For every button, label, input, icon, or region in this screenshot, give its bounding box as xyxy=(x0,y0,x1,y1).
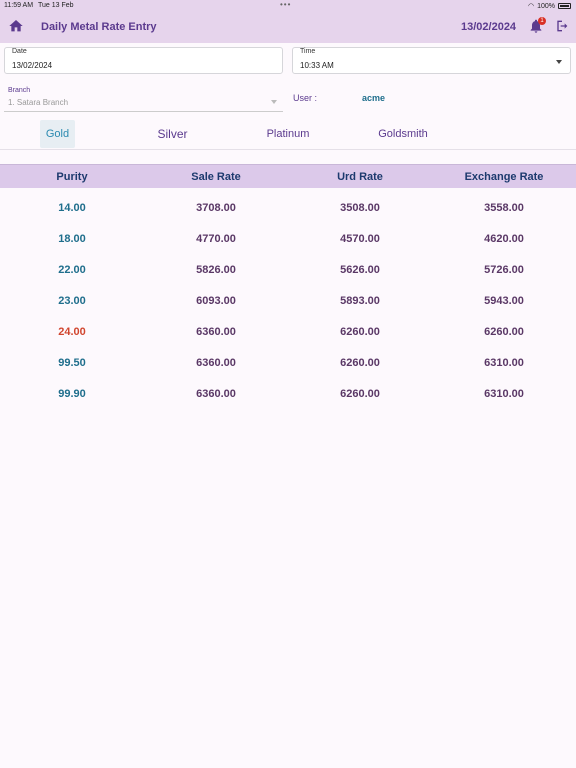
page-title: Daily Metal Rate Entry xyxy=(41,21,157,33)
user-label: User : xyxy=(293,93,318,103)
urd-rate-cell[interactable]: 3508.00 xyxy=(308,193,412,224)
sale-rate-cell[interactable]: 5826.00 xyxy=(164,255,268,286)
time-label: Time xyxy=(300,48,316,55)
urd-rate-cell[interactable]: 6260.00 xyxy=(308,348,412,379)
exchange-rate-cell[interactable]: 6310.00 xyxy=(452,348,556,379)
urd-rate-cell[interactable]: 4570.00 xyxy=(308,224,412,255)
logout-icon[interactable] xyxy=(554,18,570,34)
tabs-divider xyxy=(0,149,576,150)
sale-rate-cell[interactable]: 3708.00 xyxy=(164,193,268,224)
header-purity: Purity xyxy=(56,171,88,183)
urd-rate-cell[interactable]: 5893.00 xyxy=(308,286,412,317)
table-row[interactable]: 14.00 3708.00 3508.00 3558.00 xyxy=(0,193,576,224)
purity-cell: 23.00 xyxy=(58,295,86,307)
exchange-rate-cell[interactable]: 5726.00 xyxy=(452,255,556,286)
table-row[interactable]: 18.00 4770.00 4570.00 4620.00 xyxy=(0,224,576,255)
exchange-rate-cell[interactable]: 6260.00 xyxy=(452,317,556,348)
status-time: 11:59 AM xyxy=(4,2,34,9)
sale-rate-cell[interactable]: 4770.00 xyxy=(164,224,268,255)
sale-rate-cell[interactable]: 6360.00 xyxy=(164,317,268,348)
wifi-icon: ◠ xyxy=(527,3,535,10)
branch-value: 1. Satara Branch xyxy=(8,98,69,107)
date-field[interactable]: Date 13/02/2024 xyxy=(4,47,283,74)
purity-cell: 99.50 xyxy=(58,357,86,369)
purity-cell: 99.90 xyxy=(58,388,86,400)
table-row[interactable]: 23.00 6093.00 5893.00 5943.00 xyxy=(0,286,576,317)
table-header: Purity Sale Rate Urd Rate Exchange Rate xyxy=(0,164,576,188)
urd-rate-cell[interactable]: 6260.00 xyxy=(308,379,412,410)
purity-cell: 24.00 xyxy=(58,326,86,338)
time-field[interactable]: Time 10:33 AM xyxy=(292,47,571,74)
tab-gold[interactable]: Gold xyxy=(40,120,75,148)
chevron-down-icon[interactable] xyxy=(556,60,562,64)
header-exchange-rate: Exchange Rate xyxy=(464,171,544,183)
chevron-down-icon[interactable] xyxy=(271,100,277,104)
table-row[interactable]: 22.00 5826.00 5626.00 5726.00 xyxy=(0,255,576,286)
notification-badge: 1 xyxy=(538,17,546,25)
tab-platinum[interactable]: Platinum xyxy=(260,120,316,148)
table-row[interactable]: 24.00 6360.00 6260.00 6260.00 xyxy=(0,317,576,348)
header-urd-rate: Urd Rate xyxy=(337,171,383,183)
sale-rate-cell[interactable]: 6360.00 xyxy=(164,348,268,379)
table-row[interactable]: 99.50 6360.00 6260.00 6310.00 xyxy=(0,348,576,379)
branch-dropdown[interactable]: Branch 1. Satara Branch xyxy=(4,87,283,112)
header-date: 13/02/2024 xyxy=(461,21,517,33)
urd-rate-cell[interactable]: 6260.00 xyxy=(308,317,412,348)
battery-icon xyxy=(558,3,571,9)
tab-silver[interactable]: Silver xyxy=(150,120,195,148)
purity-cell: 22.00 xyxy=(58,264,86,276)
purity-cell: 14.00 xyxy=(58,202,86,214)
time-value: 10:33 AM xyxy=(300,61,334,70)
user-value: acme xyxy=(362,93,386,103)
tab-goldsmith[interactable]: Goldsmith xyxy=(372,120,434,148)
home-icon[interactable] xyxy=(8,18,24,34)
exchange-rate-cell[interactable]: 4620.00 xyxy=(452,224,556,255)
date-label: Date xyxy=(12,48,27,55)
exchange-rate-cell[interactable]: 6310.00 xyxy=(452,379,556,410)
sale-rate-cell[interactable]: 6360.00 xyxy=(164,379,268,410)
branch-label: Branch xyxy=(8,87,31,94)
urd-rate-cell[interactable]: 5626.00 xyxy=(308,255,412,286)
table-row[interactable]: 99.90 6360.00 6260.00 6310.00 xyxy=(0,379,576,410)
header-sale-rate: Sale Rate xyxy=(191,171,241,183)
multitasking-dots-icon[interactable]: ••• xyxy=(280,0,291,9)
sale-rate-cell[interactable]: 6093.00 xyxy=(164,286,268,317)
status-date: Tue 13 Feb xyxy=(38,2,74,9)
status-bar: 11:59 AM Tue 13 Feb ••• ◠ 100% xyxy=(0,0,576,12)
purity-cell: 18.00 xyxy=(58,233,86,245)
exchange-rate-cell[interactable]: 5943.00 xyxy=(452,286,556,317)
date-value: 13/02/2024 xyxy=(12,61,53,70)
exchange-rate-cell[interactable]: 3558.00 xyxy=(452,193,556,224)
metal-tabs: Gold Silver Platinum Goldsmith xyxy=(0,120,576,150)
battery-percentage: 100% xyxy=(537,2,555,10)
app-bar: Daily Metal Rate Entry 13/02/2024 1 xyxy=(0,12,576,43)
status-right: ◠ 100% xyxy=(528,2,571,10)
